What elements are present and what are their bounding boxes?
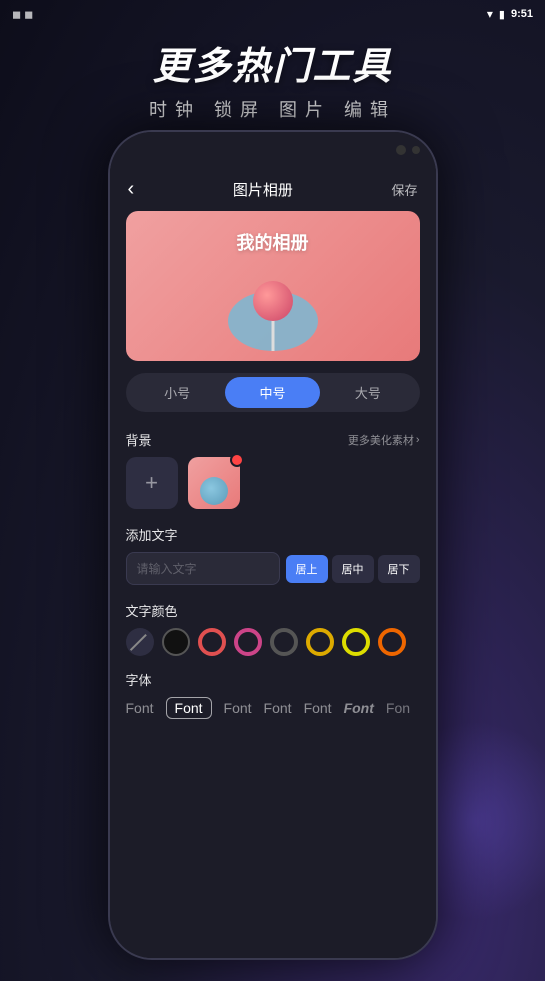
lollipop-ball — [253, 281, 293, 321]
color-section: 文字颜色 — [110, 593, 436, 664]
text-input-row: 请输入文字 居上 居中 居下 — [126, 552, 420, 585]
color-dark[interactable] — [270, 628, 298, 656]
font-item-7[interactable]: Fon — [386, 700, 410, 716]
color-section-label: 文字颜色 — [126, 601, 420, 620]
font-label-2: Font — [166, 697, 212, 719]
font-item-2[interactable]: Font — [166, 697, 212, 719]
color-row — [126, 628, 420, 656]
bg-more-text: 更多美化素材 — [348, 432, 414, 448]
font-section: 字体 Font Font Font Font — [110, 664, 436, 725]
save-button[interactable]: 保存 — [391, 180, 417, 199]
status-right: ▾ ▮ 9:51 — [487, 7, 533, 21]
status-left: ◼ ◼ — [12, 8, 33, 21]
font-item-4[interactable]: Font — [264, 700, 292, 716]
font-row: Font Font Font Font Font — [126, 697, 420, 719]
camera-dot-2 — [412, 146, 420, 154]
color-black[interactable] — [162, 628, 190, 656]
text-input-field[interactable]: 请输入文字 — [126, 552, 280, 585]
bg-thumb-1[interactable] — [188, 457, 240, 509]
font-label-3: Font — [224, 700, 252, 716]
lollipop-stick — [271, 316, 274, 351]
font-label-5: Font — [304, 700, 332, 716]
size-btn-large[interactable]: 大号 — [320, 377, 415, 408]
color-orange[interactable] — [378, 628, 406, 656]
color-gold[interactable] — [306, 628, 334, 656]
font-label-4: Font — [264, 700, 292, 716]
wifi-icon: ▾ — [487, 7, 493, 21]
phone-camera — [396, 145, 420, 155]
color-red[interactable] — [198, 628, 226, 656]
font-item-6[interactable]: Font — [344, 700, 374, 716]
preview-title: 我的相册 — [126, 229, 420, 255]
align-bot-btn[interactable]: 居下 — [378, 555, 420, 583]
hero-title: 更多热门工具 — [0, 35, 545, 90]
hero-subtitle: 时钟 锁屏 图片 编辑 — [0, 96, 545, 122]
bg-label: 背景 — [126, 430, 152, 449]
font-label-1: Font — [126, 700, 154, 716]
bg-thumb-badge — [230, 453, 244, 467]
bg-more-link[interactable]: 更多美化素材 › — [348, 432, 420, 448]
align-top-btn[interactable]: 居上 — [286, 555, 328, 583]
color-pink[interactable] — [234, 628, 262, 656]
size-btn-small[interactable]: 小号 — [130, 377, 225, 408]
phone-top-bar — [110, 132, 436, 168]
font-item-3[interactable]: Font — [224, 700, 252, 716]
text-section-label: 添加文字 — [126, 525, 420, 544]
align-buttons: 居上 居中 居下 — [286, 555, 420, 583]
app-header: ‹ 图片相册 保存 — [110, 168, 436, 211]
text-input-placeholder: 请输入文字 — [137, 562, 197, 576]
hero-section: 更多热门工具 时钟 锁屏 图片 编辑 — [0, 35, 545, 122]
font-item-5[interactable]: Font — [304, 700, 332, 716]
align-mid-btn[interactable]: 居中 — [332, 555, 374, 583]
size-selector: 小号 中号 大号 — [126, 373, 420, 412]
bg-more-icon: › — [416, 434, 420, 446]
font-label-6: Font — [344, 700, 374, 716]
status-icon-1: ◼ ◼ — [12, 8, 33, 21]
bg-thumb-inner — [200, 477, 228, 505]
phone-mockup: ‹ 图片相册 保存 我的相册 小号 中号 大号 背景 更多美化素材 › — [108, 130, 438, 960]
status-time: 9:51 — [511, 8, 533, 20]
bg-add-button[interactable]: + — [126, 457, 178, 509]
font-section-label: 字体 — [126, 670, 420, 689]
color-yellow[interactable] — [342, 628, 370, 656]
app-title: 图片相册 — [233, 179, 293, 200]
bg-items: + — [126, 457, 420, 509]
background-section: 背景 更多美化素材 › + — [110, 422, 436, 517]
color-none[interactable] — [126, 628, 154, 656]
back-button[interactable]: ‹ — [128, 178, 135, 201]
font-item-1[interactable]: Font — [126, 700, 154, 716]
size-btn-medium[interactable]: 中号 — [225, 377, 320, 408]
status-bar: ◼ ◼ ▾ ▮ 9:51 — [0, 0, 545, 28]
camera-dot-1 — [396, 145, 406, 155]
text-section: 添加文字 请输入文字 居上 居中 居下 — [110, 517, 436, 593]
font-label-7: Fon — [386, 700, 410, 716]
phone-screen: ‹ 图片相册 保存 我的相册 小号 中号 大号 背景 更多美化素材 › — [110, 168, 436, 958]
preview-area: 我的相册 — [126, 211, 420, 361]
bg-section-header: 背景 更多美化素材 › — [126, 430, 420, 449]
battery-icon: ▮ — [499, 8, 505, 21]
